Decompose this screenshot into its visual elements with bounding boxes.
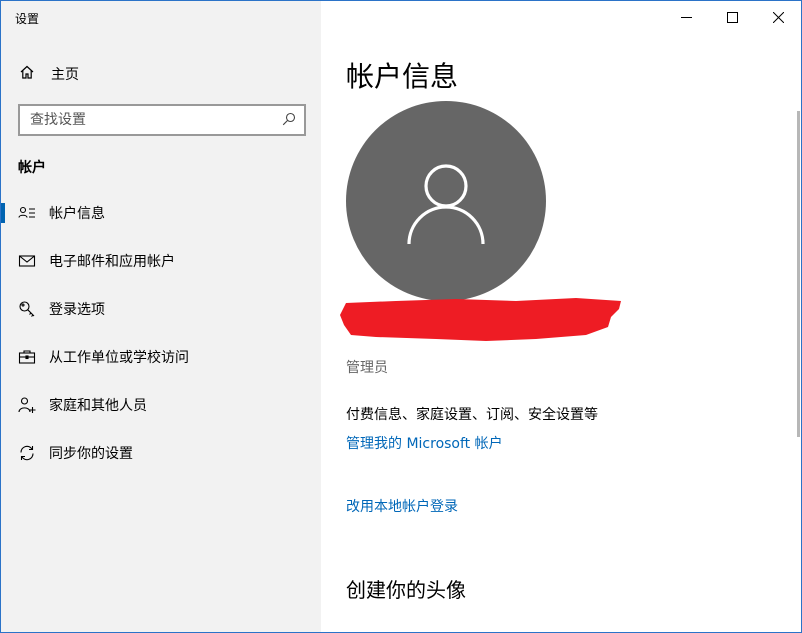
sign-in-local-account-link[interactable]: 改用本地帐户登录: [346, 496, 458, 516]
sidebar-item-label: 从工作单位或学校访问: [49, 350, 189, 366]
account-info-icon: [18, 204, 36, 222]
person-add-icon: [18, 396, 36, 414]
minimize-button[interactable]: [663, 1, 709, 33]
briefcase-icon: [18, 348, 36, 366]
person-icon: [407, 164, 485, 245]
home-nav-item[interactable]: 主页: [1, 59, 321, 89]
page-title: 帐户信息: [346, 60, 459, 93]
minimize-icon: [680, 16, 692, 18]
sidebar-item-family[interactable]: 家庭和其他人员: [1, 385, 321, 425]
search-input[interactable]: [30, 112, 270, 128]
section-heading: 帐户: [18, 160, 46, 176]
settings-window: 设置 主页 帐户: [0, 0, 802, 633]
maximize-icon: [726, 11, 738, 23]
account-info-text: 付费信息、家庭设置、订阅、安全设置等: [346, 407, 598, 423]
sync-icon: [18, 444, 36, 462]
search-box[interactable]: [18, 104, 306, 136]
sidebar-item-label: 帐户信息: [49, 206, 105, 222]
sidebar-item-account-info[interactable]: 帐户信息: [1, 193, 321, 233]
sidebar-item-sync[interactable]: 同步你的设置: [1, 433, 321, 473]
close-button[interactable]: [755, 1, 801, 33]
account-role: 管理员: [346, 360, 388, 376]
sidebar-item-label: 登录选项: [49, 302, 105, 318]
home-label: 主页: [51, 67, 79, 83]
maximize-button[interactable]: [709, 1, 755, 33]
manage-microsoft-account-link[interactable]: 管理我的 Microsoft 帐户: [346, 433, 503, 453]
redacted-name: [340, 298, 621, 341]
avatar: [346, 101, 546, 301]
scrollbar[interactable]: [797, 111, 800, 437]
mail-icon: [18, 252, 36, 270]
sidebar: 设置 主页 帐户: [1, 1, 321, 632]
sidebar-item-label: 电子邮件和应用帐户: [49, 254, 175, 270]
create-avatar-heading: 创建你的头像: [346, 578, 466, 602]
sidebar-item-work-school[interactable]: 从工作单位或学校访问: [1, 337, 321, 377]
title-bar-controls: [663, 1, 801, 33]
key-icon: [18, 300, 36, 318]
sidebar-item-label: 同步你的设置: [49, 446, 133, 462]
search-icon[interactable]: [282, 111, 296, 130]
home-icon: [19, 64, 35, 84]
sidebar-item-email[interactable]: 电子邮件和应用帐户: [1, 241, 321, 281]
sidebar-item-sign-in-options[interactable]: 登录选项: [1, 289, 321, 329]
app-title: 设置: [15, 12, 40, 26]
sidebar-item-label: 家庭和其他人员: [49, 398, 147, 414]
close-icon: [772, 11, 784, 23]
